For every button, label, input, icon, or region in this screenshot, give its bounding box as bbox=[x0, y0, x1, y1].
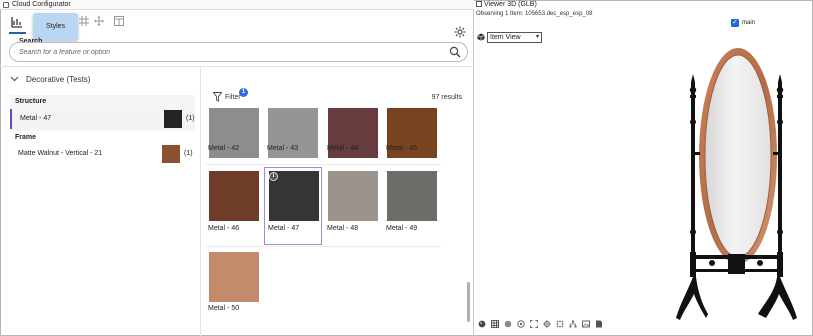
sphere-icon[interactable] bbox=[504, 320, 512, 328]
material-swatch bbox=[209, 252, 259, 302]
material-tile[interactable]: Metal - 46 bbox=[205, 167, 263, 244]
material-tile[interactable]: Metal - 48 bbox=[324, 167, 382, 244]
structure-option-name: Metal - 47 bbox=[20, 115, 52, 122]
dots-grid-icon[interactable] bbox=[556, 320, 564, 328]
results-count: 97 results bbox=[431, 94, 462, 101]
group-decorative-tests[interactable]: Decorative (Tests) bbox=[0, 70, 200, 90]
crosshair-icon[interactable] bbox=[543, 320, 551, 328]
search-input[interactable] bbox=[19, 47, 439, 58]
material-swatch bbox=[387, 171, 437, 221]
frame-option-name: Matte Walnut - Vertical - 21 bbox=[18, 150, 103, 157]
material-name: Metal - 49 bbox=[386, 225, 418, 232]
structure-tab-icon[interactable] bbox=[11, 16, 23, 28]
row-separator bbox=[205, 164, 441, 165]
mirror-3d-model[interactable] bbox=[674, 42, 799, 327]
panel-titlebar: Cloud Configurator bbox=[0, 0, 474, 10]
search-field[interactable] bbox=[9, 42, 468, 62]
settings-gear-icon[interactable] bbox=[454, 26, 466, 38]
material-tile[interactable]: Metal - 50 bbox=[205, 248, 263, 318]
dropdown-arrow-icon: ▾ bbox=[535, 34, 539, 40]
structure-swatch bbox=[164, 110, 182, 128]
info-icon[interactable]: i bbox=[269, 172, 278, 181]
material-tile[interactable]: Metal - 43 bbox=[264, 106, 322, 161]
filter-count-badge: 1 bbox=[239, 88, 248, 97]
cube-icon bbox=[477, 33, 485, 41]
material-swatch bbox=[328, 171, 378, 221]
material-tile[interactable]: Metal - 42 bbox=[205, 106, 263, 161]
material-name: Metal - 45 bbox=[386, 145, 418, 152]
viewer-title: Viewer 3D (GLB) bbox=[476, 1, 537, 8]
viewer-window-icon bbox=[476, 1, 482, 7]
material-name: Metal - 50 bbox=[208, 305, 240, 312]
frame-count: (1) bbox=[184, 150, 193, 157]
move-tab-icon[interactable] bbox=[93, 16, 105, 28]
view-mode-select[interactable]: Item View ▾ bbox=[487, 32, 542, 43]
material-name: Metal - 44 bbox=[327, 145, 359, 152]
layout-tab-icon[interactable] bbox=[113, 16, 125, 28]
filter-label: Filter bbox=[225, 94, 241, 101]
target-icon[interactable] bbox=[517, 320, 525, 328]
frame-option-row[interactable]: Matte Walnut - Vertical - 21 (1) bbox=[10, 144, 195, 164]
row-separator bbox=[205, 246, 441, 247]
structure-count: (1) bbox=[186, 115, 195, 122]
active-tab-indicator bbox=[9, 32, 26, 34]
filter-button[interactable]: Filter 1 bbox=[212, 88, 253, 105]
viewer-toolbar bbox=[478, 320, 618, 332]
filter-icon bbox=[212, 92, 223, 102]
material-tile-selected[interactable]: i Metal - 47 bbox=[264, 167, 322, 245]
column-divider bbox=[200, 67, 201, 336]
grid-tab-icon[interactable] bbox=[78, 16, 90, 28]
material-name: Metal - 46 bbox=[208, 225, 240, 232]
document-icon[interactable] bbox=[595, 320, 603, 328]
main-checkbox-label: main bbox=[742, 20, 756, 26]
material-name: Metal - 48 bbox=[327, 225, 359, 232]
image-icon[interactable] bbox=[582, 320, 590, 328]
panel-title: Cloud Configurator bbox=[12, 1, 71, 8]
material-name: Metal - 47 bbox=[268, 225, 300, 232]
material-tile[interactable]: Metal - 44 bbox=[324, 106, 382, 161]
palette-icon[interactable] bbox=[478, 320, 486, 328]
grid-icon[interactable] bbox=[491, 320, 499, 328]
structure-title: Structure bbox=[15, 98, 47, 105]
cloud-configurator-panel: Cloud Configurator Styles Search Deco bbox=[0, 0, 474, 336]
main-checkbox[interactable]: ✓ bbox=[731, 19, 739, 27]
material-name: Metal - 43 bbox=[267, 145, 299, 152]
structure-option-row[interactable]: Metal - 47 (1) bbox=[10, 109, 195, 129]
frame-select-icon[interactable] bbox=[530, 320, 538, 328]
hierarchy-icon[interactable] bbox=[569, 320, 577, 328]
view-mode-value: Item View bbox=[490, 34, 521, 41]
styles-tooltip: Styles bbox=[33, 13, 78, 41]
chevron-down-icon[interactable] bbox=[10, 74, 19, 85]
observing-status: Observing 1 Item: 105653.dec_esp_esp_08 bbox=[476, 11, 593, 17]
material-tile[interactable]: Metal - 45 bbox=[383, 106, 441, 161]
viewer-3d-panel: Viewer 3D (GLB) Observing 1 Item: 105653… bbox=[474, 0, 813, 336]
material-name: Metal - 42 bbox=[208, 145, 240, 152]
viewer-title-text: Viewer 3D (GLB) bbox=[484, 1, 537, 8]
material-tile[interactable]: Metal - 49 bbox=[383, 167, 441, 244]
frame-swatch bbox=[162, 145, 180, 163]
group-label: Decorative (Tests) bbox=[26, 75, 91, 84]
window-icon bbox=[3, 2, 9, 8]
grid-scrollbar-thumb[interactable] bbox=[467, 282, 470, 322]
search-divider bbox=[0, 66, 474, 67]
search-icon[interactable] bbox=[449, 46, 461, 58]
frame-title: Frame bbox=[15, 134, 37, 141]
material-swatch bbox=[209, 171, 259, 221]
